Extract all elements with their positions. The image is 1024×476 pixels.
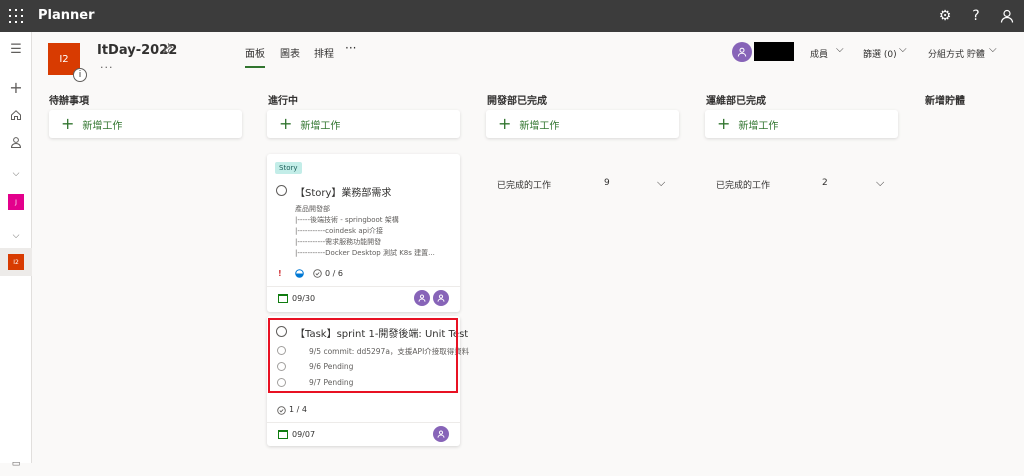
plus-icon: + [498, 114, 512, 133]
tab-charts[interactable]: 圖表 [280, 45, 300, 60]
current-user-avatar[interactable] [732, 42, 752, 62]
home-icon[interactable] [0, 103, 32, 127]
filter-dropdown[interactable]: 篩選 (0) [863, 47, 897, 60]
checklist-count: 0 / 6 [325, 269, 343, 278]
assignee-avatar[interactable] [433, 290, 449, 306]
chevron-down-icon[interactable]: ⌵ [836, 44, 844, 55]
tab-board[interactable]: 面板 [245, 45, 265, 68]
card-divider [267, 286, 460, 287]
bucket-title-dev-done[interactable]: 開發部已完成 [487, 92, 547, 107]
bucket-title-ops-done[interactable]: 運維部已完成 [706, 92, 766, 107]
completed-count: 2 [822, 178, 828, 188]
person-icon[interactable] [0, 130, 32, 154]
chevron-down-icon[interactable]: ⌵ [0, 224, 32, 248]
app-launcher-icon[interactable] [9, 9, 23, 23]
plus-icon: + [279, 114, 293, 133]
group-by-dropdown[interactable]: 分組方式 貯體 [928, 47, 985, 60]
highlight-box [268, 318, 458, 393]
pin-icon[interactable] [162, 42, 173, 57]
plus-icon: + [717, 114, 731, 133]
chevron-down-icon[interactable]: ⌵ [989, 44, 997, 55]
chevron-down-icon[interactable]: ⌵ [657, 176, 665, 190]
checklist-count: 1 / 4 [289, 405, 307, 414]
priority-icon: ! [278, 269, 282, 278]
bucket-title-in-progress[interactable]: 進行中 [268, 92, 298, 107]
bucket-title-todo[interactable]: 待辦事項 [49, 92, 89, 107]
calendar-icon [278, 430, 288, 439]
menu-icon[interactable]: ☰ [0, 37, 32, 61]
assignee-avatar[interactable] [433, 426, 449, 442]
add-bucket-button[interactable]: 新增貯體 [925, 92, 965, 107]
add-task-label: 新增工作 [738, 120, 779, 132]
tab-schedule[interactable]: 排程 [314, 45, 334, 60]
task-title: 【Story】業務部需求 [295, 188, 392, 199]
add-task-label: 新增工作 [519, 120, 560, 132]
checklist-icon [277, 406, 286, 417]
due-date: 09/30 [292, 294, 316, 303]
assignee-avatar[interactable] [414, 290, 430, 306]
card-divider [267, 422, 460, 423]
gear-icon[interactable]: ⚙ [936, 7, 954, 25]
add-task-button[interactable]: + 新增工作 [486, 110, 679, 138]
complete-checkbox[interactable] [276, 185, 287, 196]
left-nav-rail: ☰ + ⌵ J ⌵ I2 ▭ [0, 32, 32, 469]
completed-tasks-toggle[interactable]: 已完成的工作 [716, 178, 770, 191]
rail-plan-j[interactable]: J [8, 194, 24, 210]
chevron-down-icon[interactable]: ⌵ [0, 162, 32, 186]
rail-plan-i2[interactable]: I2 [8, 254, 24, 270]
person-icon[interactable] [998, 7, 1016, 25]
help-icon[interactable]: ? [967, 7, 985, 25]
chevron-down-icon[interactable]: ⌵ [899, 44, 907, 55]
app-name[interactable]: Planner [38, 8, 95, 23]
add-task-button[interactable]: + 新增工作 [267, 110, 460, 138]
add-task-label: 新增工作 [82, 120, 123, 132]
plan-more-icon[interactable]: ... [100, 58, 114, 71]
checklist-icon [313, 269, 322, 280]
calendar-icon [278, 294, 288, 303]
info-icon[interactable]: i [73, 68, 87, 82]
redacted-username [754, 42, 794, 61]
chevron-down-icon[interactable]: ⌵ [876, 176, 884, 190]
task-card[interactable]: Story 【Story】業務部需求 產品開發部 |-----後端技術 - sp… [267, 154, 460, 312]
completed-tasks-toggle[interactable]: 已完成的工作 [497, 178, 551, 191]
plus-icon: + [61, 114, 75, 133]
views-more-icon[interactable]: ··· [345, 41, 356, 55]
add-task-button[interactable]: + 新增工作 [705, 110, 898, 138]
label-tag: Story [275, 162, 302, 174]
half-circle-icon [295, 269, 304, 280]
due-date: 09/07 [292, 430, 316, 439]
add-task-button[interactable]: + 新增工作 [49, 110, 242, 138]
task-description: 產品開發部 |-----後端技術 - springboot 架構 |------… [295, 205, 435, 257]
completed-count: 9 [604, 178, 610, 188]
add-task-label: 新增工作 [300, 120, 341, 132]
app-header-bar: Planner ⚙ ? [0, 0, 1024, 32]
bottom-icon[interactable]: ▭ [0, 452, 32, 476]
plus-icon[interactable]: + [0, 75, 32, 99]
members-dropdown[interactable]: 成員 [810, 47, 828, 60]
